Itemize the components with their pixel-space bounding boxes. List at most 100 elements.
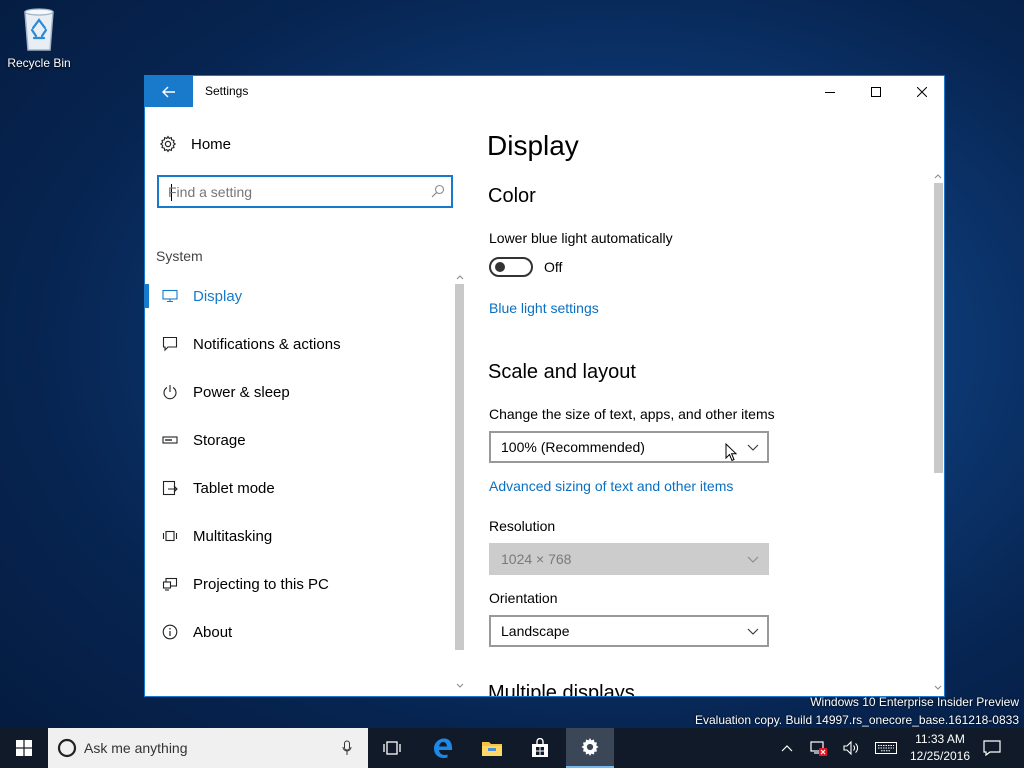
watermark-build: Evaluation copy. Build 14997.rs_onecore_… [694, 713, 1019, 727]
sidebar-item-multitasking[interactable]: Multitasking [145, 512, 453, 560]
advanced-sizing-link[interactable]: Advanced sizing of text and other items [489, 478, 733, 494]
window-title: Settings [205, 84, 249, 98]
resolution-label: Resolution [489, 518, 556, 534]
page-title: Display [487, 130, 579, 161]
store-bag-icon [532, 738, 548, 757]
evaluation-watermark: Windows 10 Enterprise Insider Preview Ev… [695, 693, 1019, 729]
clock-time: 11:33 AM [915, 732, 965, 746]
projecting-icon [161, 575, 179, 593]
clock-date: 12/25/2016 [909, 749, 971, 763]
file-explorer-button[interactable] [468, 728, 516, 768]
settings-taskbar-button[interactable] [566, 728, 614, 768]
task-view-button[interactable] [368, 728, 416, 768]
scale-dropdown[interactable]: 100% (Recommended) [489, 431, 769, 463]
scroll-down-icon[interactable] [456, 683, 464, 689]
back-button[interactable] [145, 76, 193, 107]
info-icon [161, 623, 179, 641]
action-center-icon [983, 740, 1001, 756]
task-view-icon [383, 741, 401, 755]
setting-search-box[interactable] [157, 175, 453, 208]
sidebar-item-label: Tablet mode [193, 479, 275, 497]
content-scroll-thumb[interactable] [934, 183, 943, 473]
back-arrow-icon [162, 86, 175, 97]
taskbar-clock[interactable]: 11:33 AM 12/25/2016 [904, 731, 976, 765]
store-button[interactable] [516, 728, 564, 768]
show-hidden-icons-button[interactable] [776, 728, 798, 768]
blue-light-label: Lower blue light automatically [489, 230, 673, 246]
sidebar-item-about[interactable]: About [145, 608, 453, 656]
sidebar-item-label: Projecting to this PC [193, 575, 329, 593]
resolution-dropdown: 1024 × 768 [489, 543, 769, 575]
network-tray-button[interactable] [806, 728, 830, 768]
nav-scrollbar[interactable] [454, 272, 464, 697]
nav-scroll-thumb[interactable] [455, 284, 464, 650]
cortana-icon [57, 738, 77, 758]
network-error-icon [810, 741, 827, 756]
gear-icon [159, 135, 177, 153]
sidebar-item-storage[interactable]: Storage [145, 416, 453, 464]
scale-label: Change the size of text, apps, and other… [489, 406, 775, 422]
notification-icon [161, 335, 179, 353]
content-scrollbar[interactable] [932, 171, 944, 696]
chevron-down-icon [747, 444, 759, 451]
recycle-bin-icon [19, 6, 59, 52]
nav-home-label: Home [191, 135, 232, 153]
volume-icon [843, 740, 858, 756]
blue-light-state: Off [544, 259, 563, 275]
display-settings-pane: Display Color Lower blue light automatic… [487, 76, 927, 696]
microphone-icon[interactable] [342, 740, 352, 756]
orientation-label: Orientation [489, 590, 558, 606]
blue-light-toggle[interactable] [489, 257, 533, 277]
nav-home[interactable]: Home [159, 132, 231, 156]
scale-layout-heading: Scale and layout [488, 361, 636, 383]
resolution-value: 1024 × 768 [501, 551, 572, 567]
settings-window: Settings Home System Displ [144, 75, 945, 697]
edge-button[interactable] [419, 728, 467, 768]
recycle-bin-shortcut[interactable]: Recycle Bin [6, 6, 72, 70]
scale-value: 100% (Recommended) [501, 439, 645, 455]
chevron-down-icon [747, 628, 759, 635]
power-icon [161, 383, 179, 401]
nav-section-system: System [156, 248, 203, 264]
keyboard-icon [875, 742, 897, 754]
scroll-up-icon[interactable] [934, 173, 942, 179]
chevron-down-icon [747, 556, 759, 563]
action-center-button[interactable] [978, 728, 1006, 768]
sidebar-item-notifications[interactable]: Notifications & actions [145, 320, 453, 368]
sidebar-item-display[interactable]: Display [145, 272, 453, 320]
chevron-up-icon [781, 745, 793, 752]
mouse-cursor-icon [725, 443, 737, 462]
scroll-up-icon[interactable] [456, 274, 464, 280]
sidebar-item-label: Notifications & actions [193, 335, 341, 353]
sidebar-item-label: Multitasking [193, 527, 273, 545]
sidebar-item-label: About [193, 623, 233, 641]
search-icon[interactable] [431, 184, 445, 198]
toggle-knob [495, 262, 505, 272]
touch-keyboard-button[interactable] [872, 728, 900, 768]
sidebar-item-label: Display [193, 287, 243, 305]
recycle-bin-label: Recycle Bin [7, 56, 71, 70]
cortana-search-placeholder: Ask me anything [84, 740, 188, 756]
scroll-down-icon[interactable] [934, 685, 942, 691]
settings-gear-icon [581, 738, 599, 756]
cortana-search-box[interactable]: Ask me anything [48, 728, 368, 768]
setting-search-input[interactable] [168, 177, 418, 206]
multiple-displays-heading: Multiple displays [488, 682, 635, 696]
edge-browser-icon [434, 738, 453, 759]
taskbar: Ask me anything 11:33 AM 12/25/2016 [0, 728, 1024, 768]
multitasking-icon [161, 527, 179, 545]
sidebar-item-label: Storage [193, 431, 246, 449]
volume-tray-button[interactable] [838, 728, 864, 768]
sidebar-item-power-sleep[interactable]: Power & sleep [145, 368, 453, 416]
start-button[interactable] [0, 728, 48, 768]
tablet-icon [161, 479, 179, 497]
orientation-dropdown[interactable]: Landscape [489, 615, 769, 647]
blue-light-settings-link[interactable]: Blue light settings [489, 300, 599, 316]
sidebar-item-tablet-mode[interactable]: Tablet mode [145, 464, 453, 512]
orientation-value: Landscape [501, 623, 570, 639]
windows-logo-icon [16, 740, 32, 756]
sidebar-item-projecting[interactable]: Projecting to this PC [145, 560, 453, 608]
nav-list: Display Notifications & actions Power & … [145, 272, 453, 656]
monitor-icon [161, 287, 179, 305]
color-heading: Color [488, 185, 536, 207]
